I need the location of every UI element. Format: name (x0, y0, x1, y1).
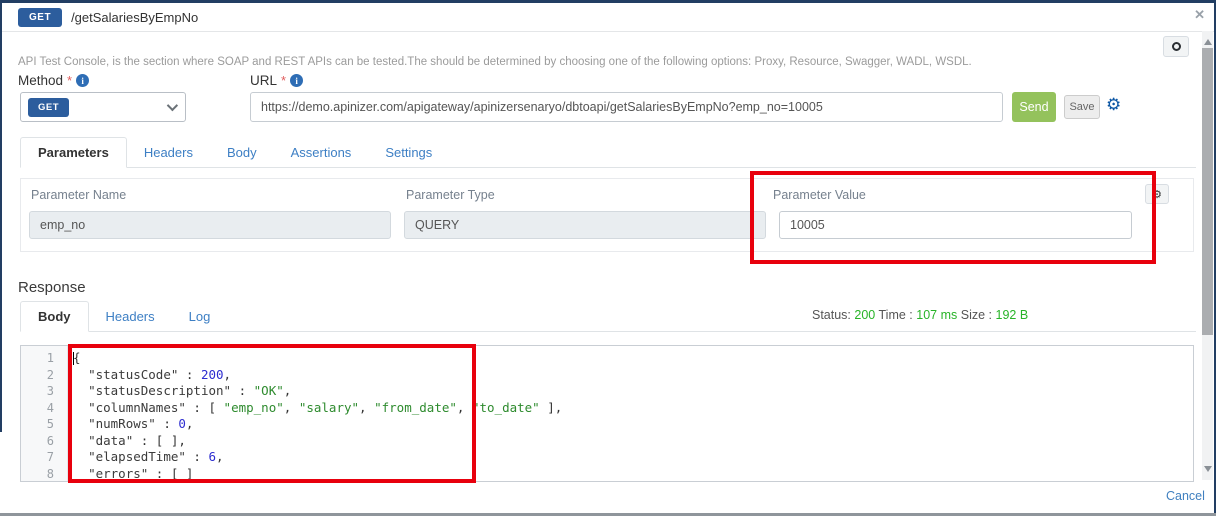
column-header-parameter-name: Parameter Name (31, 188, 126, 202)
line-number: 6 (21, 433, 54, 450)
response-heading: Response (18, 279, 86, 296)
column-header-parameter-type: Parameter Type (406, 188, 495, 202)
column-header-parameter-value: Parameter Value (773, 188, 866, 202)
modal-title: /getSalariesByEmpNo (71, 10, 198, 25)
method-badge: GET (28, 98, 69, 117)
line-number: 8 (21, 466, 54, 483)
code-line: { (73, 350, 1193, 367)
scrollbar-down-arrow-icon[interactable] (1204, 466, 1212, 472)
status-value: 200 (854, 308, 875, 322)
method-label: Method * i (18, 73, 89, 88)
tab-body[interactable]: Body (210, 138, 274, 167)
modal-left-edge (0, 0, 2, 432)
api-test-console-modal: GET /getSalariesByEmpNo ✕ API Test Conso… (0, 0, 1216, 516)
code-line: "statusCode" : 200, (73, 367, 1193, 384)
line-number-gutter: 12345678 (21, 346, 68, 481)
save-button[interactable]: Save (1064, 95, 1100, 119)
required-mark: * (67, 73, 72, 88)
size-label: Size : (961, 308, 992, 322)
code-line: "columnNames" : [ "emp_no", "salary", "f… (73, 400, 1193, 417)
line-number: 2 (21, 367, 54, 384)
tab-settings[interactable]: Settings (368, 138, 449, 167)
response-status-line: Status: 200 Time : 107 ms Size : 192 B (812, 308, 1028, 322)
response-json-code: { "statusCode" : 200, "statusDescription… (68, 346, 1193, 481)
parameter-options-button[interactable]: ⚙ (1145, 184, 1169, 204)
parameter-type-field (404, 211, 766, 239)
method-badge: GET (18, 8, 62, 27)
tab-response-log[interactable]: Log (172, 302, 228, 331)
close-icon[interactable]: ✕ (1194, 7, 1205, 23)
line-number: 1 (21, 350, 54, 367)
code-line: "numRows" : 0, (73, 416, 1193, 433)
cancel-button[interactable]: Cancel (1166, 489, 1205, 503)
scrollbar-up-arrow-icon[interactable] (1204, 39, 1212, 45)
parameter-name-field (29, 211, 391, 239)
code-line: "elapsedTime" : 6, (73, 449, 1193, 466)
time-value: 107 ms (916, 308, 957, 322)
parameters-panel: Parameter Name Parameter Type Parameter … (20, 178, 1194, 252)
scrollbar-thumb[interactable] (1202, 48, 1213, 335)
url-input[interactable] (250, 92, 1003, 122)
tab-headers[interactable]: Headers (127, 138, 210, 167)
tab-response-body[interactable]: Body (20, 301, 89, 332)
line-number: 4 (21, 400, 54, 417)
size-value: 192 B (996, 308, 1029, 322)
code-line: "statusDescription" : "OK", (73, 383, 1193, 400)
line-number: 5 (21, 416, 54, 433)
method-select[interactable]: GET (20, 92, 186, 122)
request-tabs: Parameters Headers Body Assertions Setti… (20, 139, 1196, 168)
line-number: 3 (21, 383, 54, 400)
response-body-editor[interactable]: 12345678 { "statusCode" : 200, "statusDe… (20, 345, 1194, 482)
ring-icon (1172, 42, 1181, 51)
required-mark: * (281, 73, 286, 88)
gear-icon[interactable]: ⚙ (1106, 96, 1121, 113)
tab-assertions[interactable]: Assertions (274, 138, 369, 167)
titlebar: GET /getSalariesByEmpNo (2, 3, 1214, 32)
console-description: API Test Console, is the section where S… (18, 56, 972, 68)
tab-response-headers[interactable]: Headers (89, 302, 172, 331)
chevron-down-icon (167, 100, 178, 111)
line-number: 7 (21, 449, 54, 466)
code-line: "data" : [ ], (73, 433, 1193, 450)
info-icon[interactable]: i (290, 74, 303, 87)
url-label: URL * i (250, 73, 303, 88)
gear-icon: ⚙ (1152, 188, 1162, 201)
code-line: "errors" : [ ] (73, 466, 1193, 483)
parameter-value-input[interactable] (779, 211, 1132, 239)
console-options-button[interactable] (1163, 36, 1189, 57)
status-label: Status: (812, 308, 851, 322)
send-button[interactable]: Send (1012, 92, 1056, 122)
info-icon[interactable]: i (76, 74, 89, 87)
tab-parameters[interactable]: Parameters (20, 137, 127, 168)
time-label: Time : (879, 308, 913, 322)
